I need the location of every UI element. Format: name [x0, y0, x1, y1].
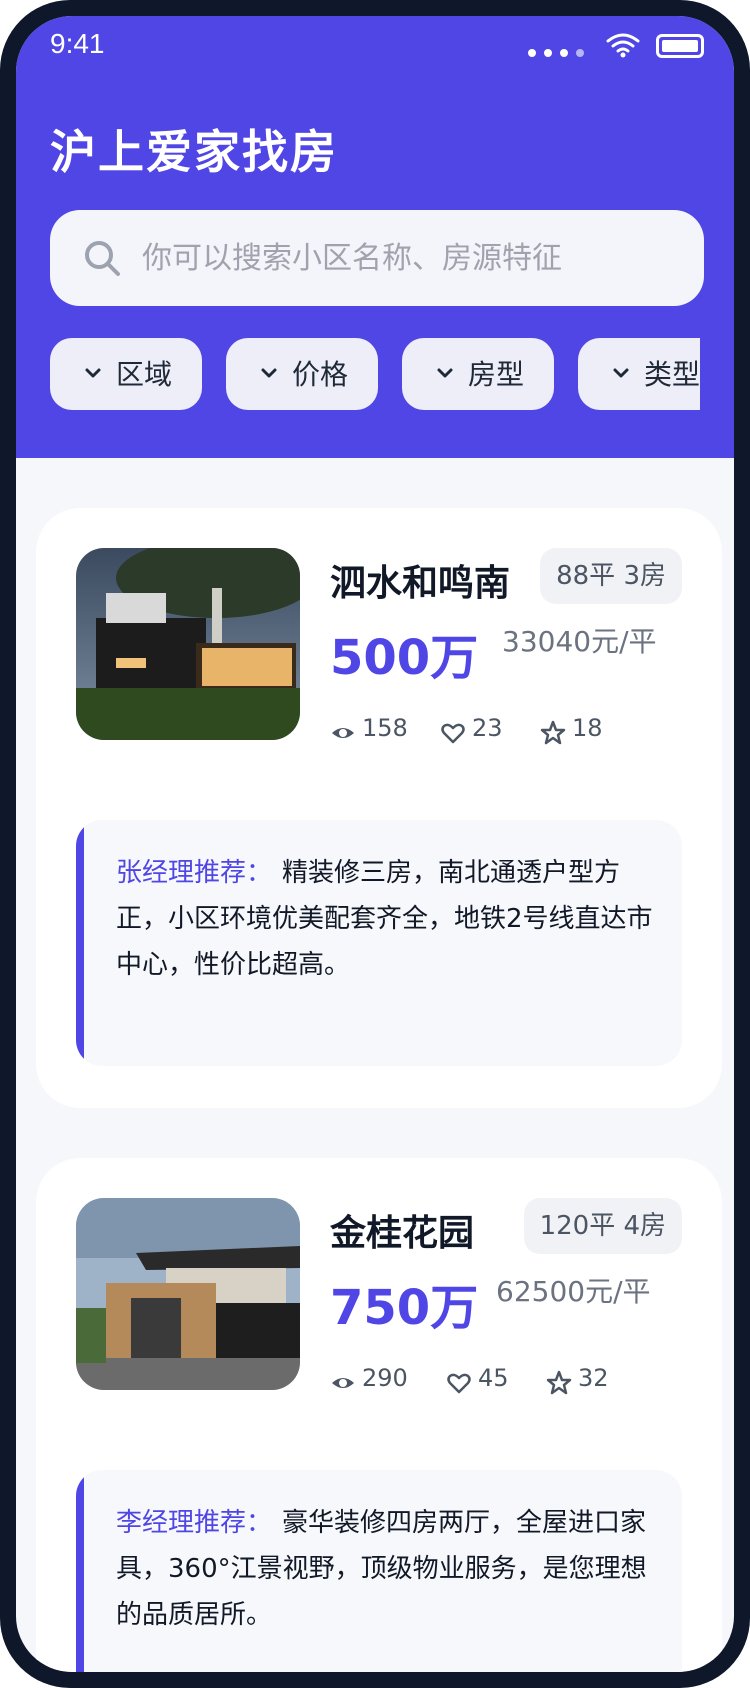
wifi-icon	[606, 33, 640, 58]
page-title: 沪上爱家找房	[50, 125, 338, 179]
chevron-down-icon	[85, 368, 101, 378]
heart-icon	[447, 1373, 471, 1394]
recommender-name: 张经理推荐：	[116, 858, 273, 888]
phone-frame: 9:41 沪上爱家找房 你可以搜索小区名称、房源特征 区域 价格 房型 类型 泗…	[0, 0, 750, 1688]
app-screen: 9:41 沪上爱家找房 你可以搜索小区名称、房源特征 区域 价格 房型 类型 泗…	[16, 16, 734, 1672]
signal-dots-icon	[528, 42, 592, 61]
search-input[interactable]	[142, 228, 682, 288]
spec-badge: 120平 4房	[523, 1198, 682, 1254]
agent-recommendation: 李经理推荐： 豪华装修四房两厅，全屋进口家具，360°江景视野，顶级物业服务，是您…	[76, 1470, 682, 1672]
eye-icon	[332, 728, 354, 738]
likes-count: 23	[472, 714, 503, 742]
favorites-count: 18	[572, 714, 603, 742]
listing-card[interactable]: 泗水和鸣南 88平 3房 500万 33040元/平 158 23 18 张经理…	[36, 508, 722, 1108]
recommendation-text: 张经理推荐： 精装修三房，南北通透户型方正，小区环境优美配套齐全，地铁2号线直达市…	[116, 850, 656, 988]
listing-price: 750万	[330, 1280, 479, 1336]
heart-icon	[441, 723, 465, 744]
listing-photo[interactable]	[76, 548, 300, 740]
filter-label: 区域	[116, 358, 173, 391]
chevron-down-icon	[437, 368, 453, 378]
listing-title: 金桂花园	[330, 1213, 475, 1254]
listing-photo[interactable]	[76, 1198, 300, 1390]
filter-label: 类型	[644, 358, 700, 391]
status-bar: 9:41	[16, 16, 734, 86]
favorites-count: 32	[578, 1364, 609, 1392]
star-icon	[546, 1370, 572, 1395]
recommender-name: 李经理推荐：	[116, 1508, 273, 1538]
filter-region[interactable]: 区域	[50, 338, 202, 410]
filter-label: 价格	[292, 358, 349, 391]
status-time: 9:41	[50, 28, 105, 59]
filter-type[interactable]: 类型	[578, 338, 700, 410]
filter-layout[interactable]: 房型	[402, 338, 554, 410]
chevron-down-icon	[261, 368, 277, 378]
spec-badge: 88平 3房	[540, 548, 682, 604]
search-icon	[85, 241, 120, 276]
unit-price: 33040元/平	[502, 625, 657, 658]
filter-price[interactable]: 价格	[226, 338, 378, 410]
filter-label: 房型	[468, 358, 525, 391]
agent-recommendation: 张经理推荐： 精装修三房，南北通透户型方正，小区环境优美配套齐全，地铁2号线直达市…	[76, 820, 682, 1066]
eye-icon	[332, 1378, 354, 1388]
views-count: 290	[362, 1364, 408, 1392]
likes-count: 45	[478, 1364, 509, 1392]
listing-title: 泗水和鸣南	[330, 563, 511, 604]
star-icon	[540, 720, 566, 745]
unit-price: 62500元/平	[496, 1275, 651, 1308]
battery-icon	[656, 34, 704, 58]
recommendation-text: 李经理推荐： 豪华装修四房两厅，全屋进口家具，360°江景视野，顶级物业服务，是您…	[116, 1500, 656, 1638]
filter-bar: 区域 价格 房型 类型	[50, 338, 700, 410]
views-count: 158	[362, 714, 408, 742]
listing-card[interactable]: 金桂花园 120平 4房 750万 62500元/平 290 45 32 李经理…	[36, 1158, 722, 1672]
search-bar[interactable]	[50, 210, 704, 306]
chevron-down-icon	[613, 368, 629, 378]
app-header: 9:41 沪上爱家找房 你可以搜索小区名称、房源特征 区域 价格 房型 类型	[16, 16, 734, 458]
listing-price: 500万	[330, 630, 479, 686]
